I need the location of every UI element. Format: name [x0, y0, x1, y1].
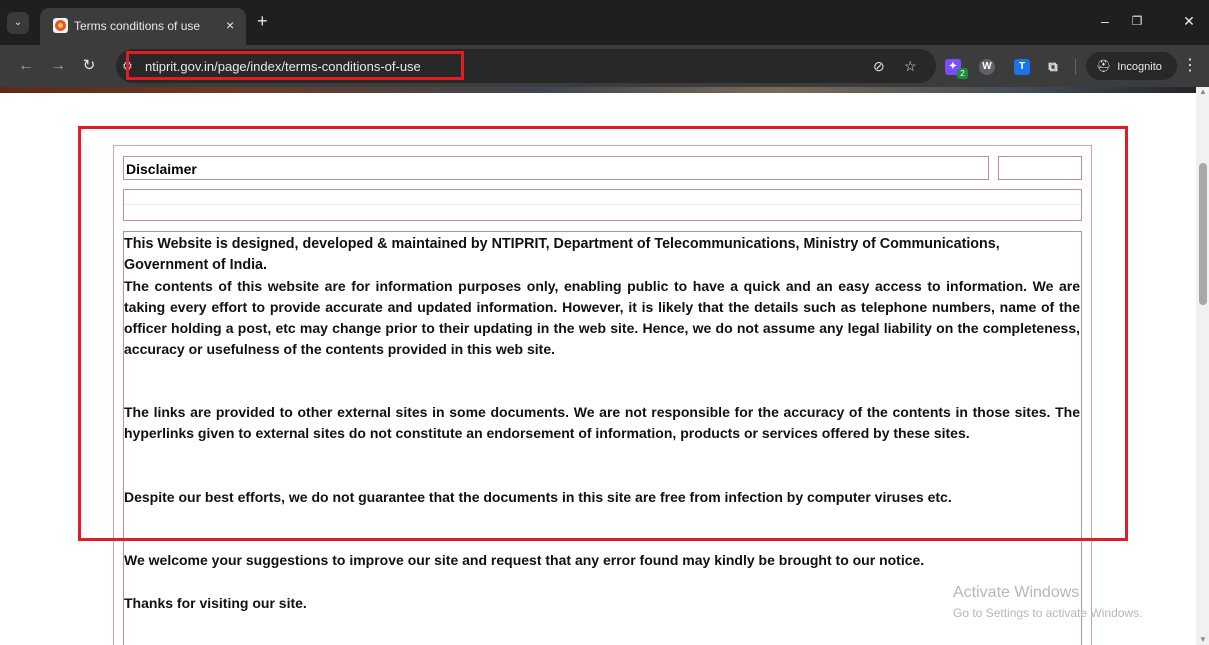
content-highlight-box	[78, 126, 1128, 541]
thanks-paragraph: Thanks for visiting our site.	[124, 595, 307, 611]
extension-badge: 2	[957, 68, 968, 79]
browser-menu-icon[interactable]: ⋮	[1182, 55, 1198, 77]
tab-title: Terms conditions of use	[74, 19, 201, 33]
incognito-icon: ⛑	[1096, 59, 1112, 73]
eye-off-icon[interactable]: ⊘	[873, 59, 885, 73]
activate-windows-hint: Go to Settings to activate Windows.	[953, 606, 1143, 620]
suggestions-paragraph: We welcome your suggestions to improve o…	[124, 552, 925, 568]
scroll-down-arrow-icon[interactable]: ▼	[1199, 636, 1207, 644]
activate-windows-title: Activate Windows	[953, 584, 1080, 601]
header-banner-image	[0, 87, 1196, 93]
back-icon[interactable]: ←	[15, 55, 37, 77]
reload-icon[interactable]: ↻	[78, 55, 100, 77]
minimize-icon[interactable]: –	[1093, 11, 1117, 31]
toolbar-divider	[1075, 59, 1076, 75]
incognito-label: Incognito	[1117, 61, 1162, 73]
extensions-puzzle-icon[interactable]: ⧉	[1045, 59, 1061, 75]
site-favicon-icon	[53, 18, 68, 33]
tab-search-chevron-icon[interactable]: ⌄	[7, 12, 29, 34]
tab-close-icon[interactable]: ×	[226, 17, 234, 33]
w-extension-icon[interactable]: W	[979, 59, 995, 75]
incognito-button[interactable]: ⛑ Incognito	[1086, 52, 1177, 80]
active-tab[interactable]: Terms conditions of use ×	[40, 8, 246, 45]
scroll-up-arrow-icon[interactable]: ▲	[1199, 88, 1207, 96]
new-tab-icon[interactable]: +	[257, 11, 268, 31]
forward-icon[interactable]: →	[47, 55, 69, 77]
tab-bar: ⌄ Terms conditions of use × + – ❐ ✕	[0, 0, 1209, 45]
restore-icon[interactable]: ❐	[1125, 11, 1149, 31]
t-extension-icon[interactable]: T	[1014, 59, 1030, 75]
scroll-thumb[interactable]	[1199, 163, 1207, 305]
url-highlight-box	[126, 51, 464, 80]
close-window-icon[interactable]: ✕	[1177, 11, 1201, 31]
bookmark-star-icon[interactable]: ☆	[904, 59, 917, 73]
